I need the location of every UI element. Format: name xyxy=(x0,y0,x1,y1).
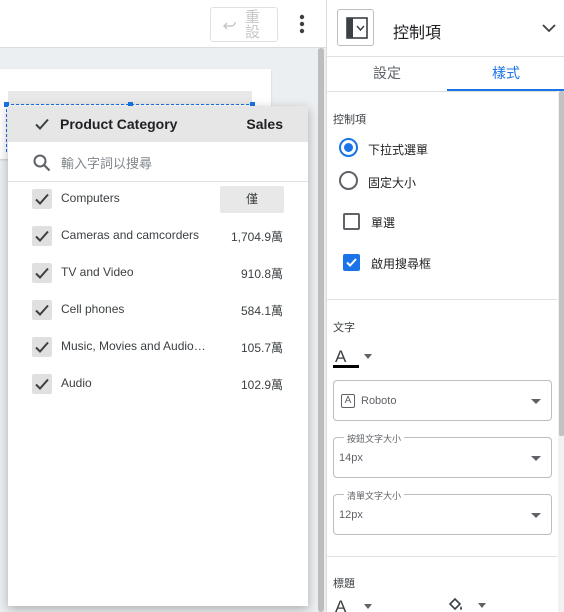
divider xyxy=(327,299,557,300)
list-item[interactable]: Cell phones 584.1萬 xyxy=(8,292,308,329)
fill-bucket-icon xyxy=(448,597,462,611)
check-icon xyxy=(35,341,49,353)
canvas-scrollbar-thumb[interactable] xyxy=(318,48,324,612)
item-label: Cameras and camcorders xyxy=(61,228,200,242)
search-icon xyxy=(33,154,51,172)
check-icon xyxy=(35,304,49,316)
canvas-scrollbar[interactable] xyxy=(318,48,324,612)
list-item[interactable]: Music, Movies and Audio Books 105.7萬 xyxy=(8,329,308,366)
control-type-button[interactable] xyxy=(337,9,374,46)
panel-scrollbar-thumb[interactable] xyxy=(559,91,564,436)
check-icon xyxy=(35,267,49,279)
list-font-size-select[interactable]: 清單文字大小 12px xyxy=(333,489,552,535)
item-value: 102.9萬 xyxy=(240,378,283,392)
item-value: 910.8萬 xyxy=(240,267,283,281)
check-icon xyxy=(35,118,49,130)
top-toolbar: 重設 xyxy=(0,0,326,48)
redo-label: 重設 xyxy=(245,9,262,41)
radio-fixed-size-label: 固定大小 xyxy=(368,176,417,190)
font-color-swatch xyxy=(333,365,359,368)
font-color-picker[interactable]: A xyxy=(333,347,373,369)
check-icon xyxy=(35,193,49,205)
item-checkbox[interactable] xyxy=(32,374,52,394)
font-icon: A xyxy=(341,394,355,408)
header-font-color-picker[interactable]: A xyxy=(333,597,373,612)
item-checkbox[interactable] xyxy=(32,189,52,209)
dropdown-list-popup: Product Category Sales 輸入字詞以搜尋 Computers… xyxy=(8,106,308,606)
radio-dropdown-label: 下拉式選單 xyxy=(368,143,429,157)
section-title-control: 控制項 xyxy=(333,114,366,126)
section-title-text: 文字 xyxy=(333,322,355,334)
button-font-size-value: 14px xyxy=(339,452,363,464)
redo-button[interactable]: 重設 xyxy=(210,7,278,42)
list-item[interactable]: TV and Video 910.8萬 xyxy=(8,255,308,292)
item-label: TV and Video xyxy=(61,265,134,279)
select-all-checkbox[interactable] xyxy=(32,114,52,134)
item-checkbox[interactable] xyxy=(32,263,52,283)
list-font-size-label: 清單文字大小 xyxy=(344,489,405,502)
caret-down-icon xyxy=(531,399,541,404)
item-value: 584.1萬 xyxy=(240,304,283,318)
item-value: 105.7萬 xyxy=(240,341,283,355)
divider xyxy=(327,556,557,557)
tab-setup[interactable]: 設定 xyxy=(327,57,447,91)
metric-header: Sales xyxy=(246,116,283,132)
item-label: Audio xyxy=(61,376,92,390)
font-family-value: Roboto xyxy=(361,395,397,407)
check-icon xyxy=(346,258,357,267)
font-color-icon: A xyxy=(335,597,347,612)
section-title-header: 標題 xyxy=(333,578,355,590)
search-box[interactable]: 輸入字詞以搜尋 xyxy=(8,142,308,182)
properties-panel: 控制項 設定 樣式 控制項 下拉式選單 固定大小 單選 啟用搜尋框 文字 A A… xyxy=(326,0,564,612)
single-select-label: 單選 xyxy=(371,216,396,230)
caret-down-icon xyxy=(531,456,541,461)
enable-search-checkbox[interactable] xyxy=(343,254,360,271)
list-font-size-value: 12px xyxy=(339,509,363,521)
item-label: Computers xyxy=(61,191,120,205)
radio-fixed-size[interactable] xyxy=(339,171,358,190)
item-checkbox[interactable] xyxy=(32,226,52,246)
dropdown-control-icon xyxy=(346,17,368,39)
item-value: 1,704.9萬 xyxy=(230,230,283,244)
list-item[interactable]: Cameras and camcorders 1,704.9萬 xyxy=(8,218,308,255)
check-icon xyxy=(35,230,49,242)
radio-dropdown[interactable] xyxy=(339,138,358,157)
font-color-icon: A xyxy=(335,347,347,366)
single-select-checkbox[interactable] xyxy=(343,213,360,230)
caret-down-icon xyxy=(364,354,372,359)
check-icon xyxy=(35,378,49,390)
style-tab-content: 控制項 下拉式選單 固定大小 單選 啟用搜尋框 文字 A A Roboto 按鈕… xyxy=(327,91,557,612)
enable-search-label: 啟用搜尋框 xyxy=(371,257,432,271)
panel-title: 控制項 xyxy=(393,25,442,42)
more-vert-icon[interactable] xyxy=(292,12,312,36)
header-fill-color-picker[interactable] xyxy=(447,596,487,612)
button-font-size-label: 按鈕文字大小 xyxy=(344,432,405,445)
item-label: Music, Movies and Audio Books xyxy=(61,339,207,353)
list-item[interactable]: Audio 102.9萬 xyxy=(8,366,308,403)
panel-header: 控制項 xyxy=(327,0,564,57)
item-checkbox[interactable] xyxy=(32,300,52,320)
caret-down-icon xyxy=(531,513,541,518)
search-placeholder: 輸入字詞以搜尋 xyxy=(61,156,153,171)
item-label: Cell phones xyxy=(61,302,125,316)
dropdown-header: Product Category Sales xyxy=(8,106,308,142)
tab-style[interactable]: 樣式 xyxy=(447,57,564,91)
caret-down-icon xyxy=(364,604,372,609)
item-checkbox[interactable] xyxy=(32,337,52,357)
list-item[interactable]: Computers 僅 xyxy=(8,181,308,218)
chevron-down-icon[interactable] xyxy=(541,20,557,36)
dimension-header: Product Category xyxy=(60,116,178,132)
selection-border-left xyxy=(6,104,7,152)
button-font-size-select[interactable]: 按鈕文字大小 14px xyxy=(333,432,552,478)
panel-scrollbar[interactable] xyxy=(558,91,564,612)
only-button[interactable]: 僅 xyxy=(220,186,284,213)
undo-arrow-icon xyxy=(223,21,236,30)
font-family-select[interactable]: A Roboto xyxy=(333,380,552,421)
caret-down-icon xyxy=(478,603,486,608)
